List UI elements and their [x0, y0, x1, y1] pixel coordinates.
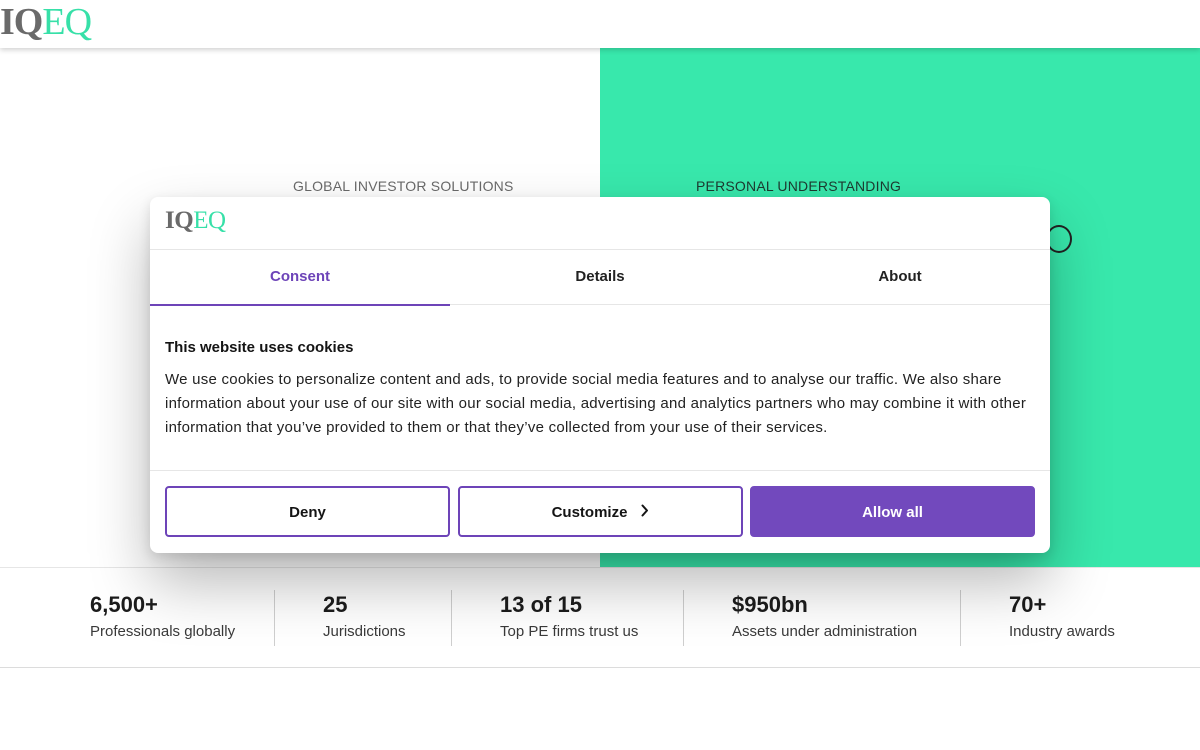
cookie-consent-dialog: IQEQ Consent Details About This website …	[150, 197, 1050, 553]
deny-button-label: Deny	[289, 504, 326, 521]
logo-eq: EQ	[42, 1, 92, 43]
chevron-right-icon	[641, 488, 649, 537]
site-header: IQEQ	[0, 0, 1200, 48]
logo-iq: IQ	[165, 207, 194, 234]
tab-about[interactable]: About	[750, 250, 1050, 305]
dialog-logo: IQEQ	[165, 207, 226, 235]
logo-eq: EQ	[193, 207, 226, 234]
allow-all-button-label: Allow all	[862, 504, 923, 521]
dialog-title: This website uses cookies	[165, 339, 354, 356]
allow-all-button[interactable]: Allow all	[750, 486, 1035, 537]
tab-details[interactable]: Details	[450, 250, 750, 305]
dialog-body-text: We use cookies to personalize content an…	[165, 371, 1027, 436]
logo-iq: IQ	[0, 1, 43, 43]
site-logo[interactable]: IQEQ	[0, 1, 92, 43]
tab-consent[interactable]: Consent	[150, 250, 450, 306]
consent-tabs: Consent Details About	[150, 250, 1050, 306]
customize-button[interactable]: Customize	[458, 486, 743, 537]
customize-button-label: Customize	[551, 504, 628, 521]
divider	[150, 470, 1050, 471]
deny-button[interactable]: Deny	[165, 486, 450, 537]
